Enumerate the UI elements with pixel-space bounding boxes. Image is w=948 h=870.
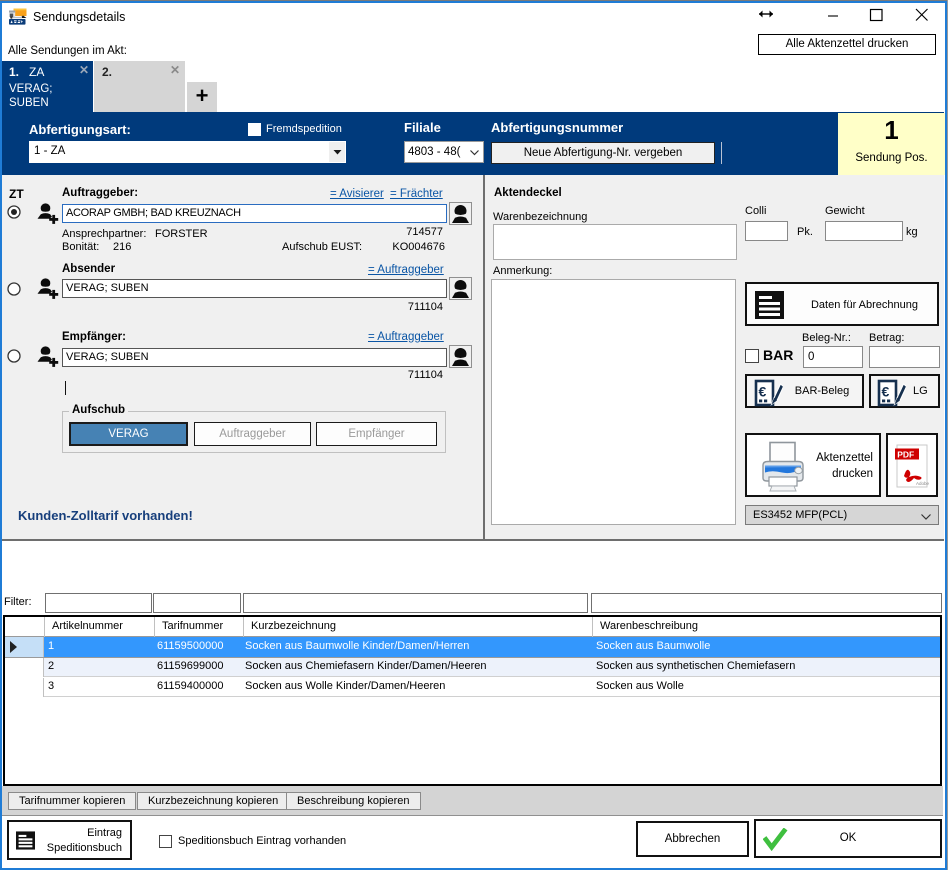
svg-text:PDF: PDF	[897, 450, 914, 460]
svg-text:€: €	[882, 384, 890, 400]
svg-text:Adobe: Adobe	[916, 481, 929, 486]
svg-text:€: €	[759, 384, 767, 400]
